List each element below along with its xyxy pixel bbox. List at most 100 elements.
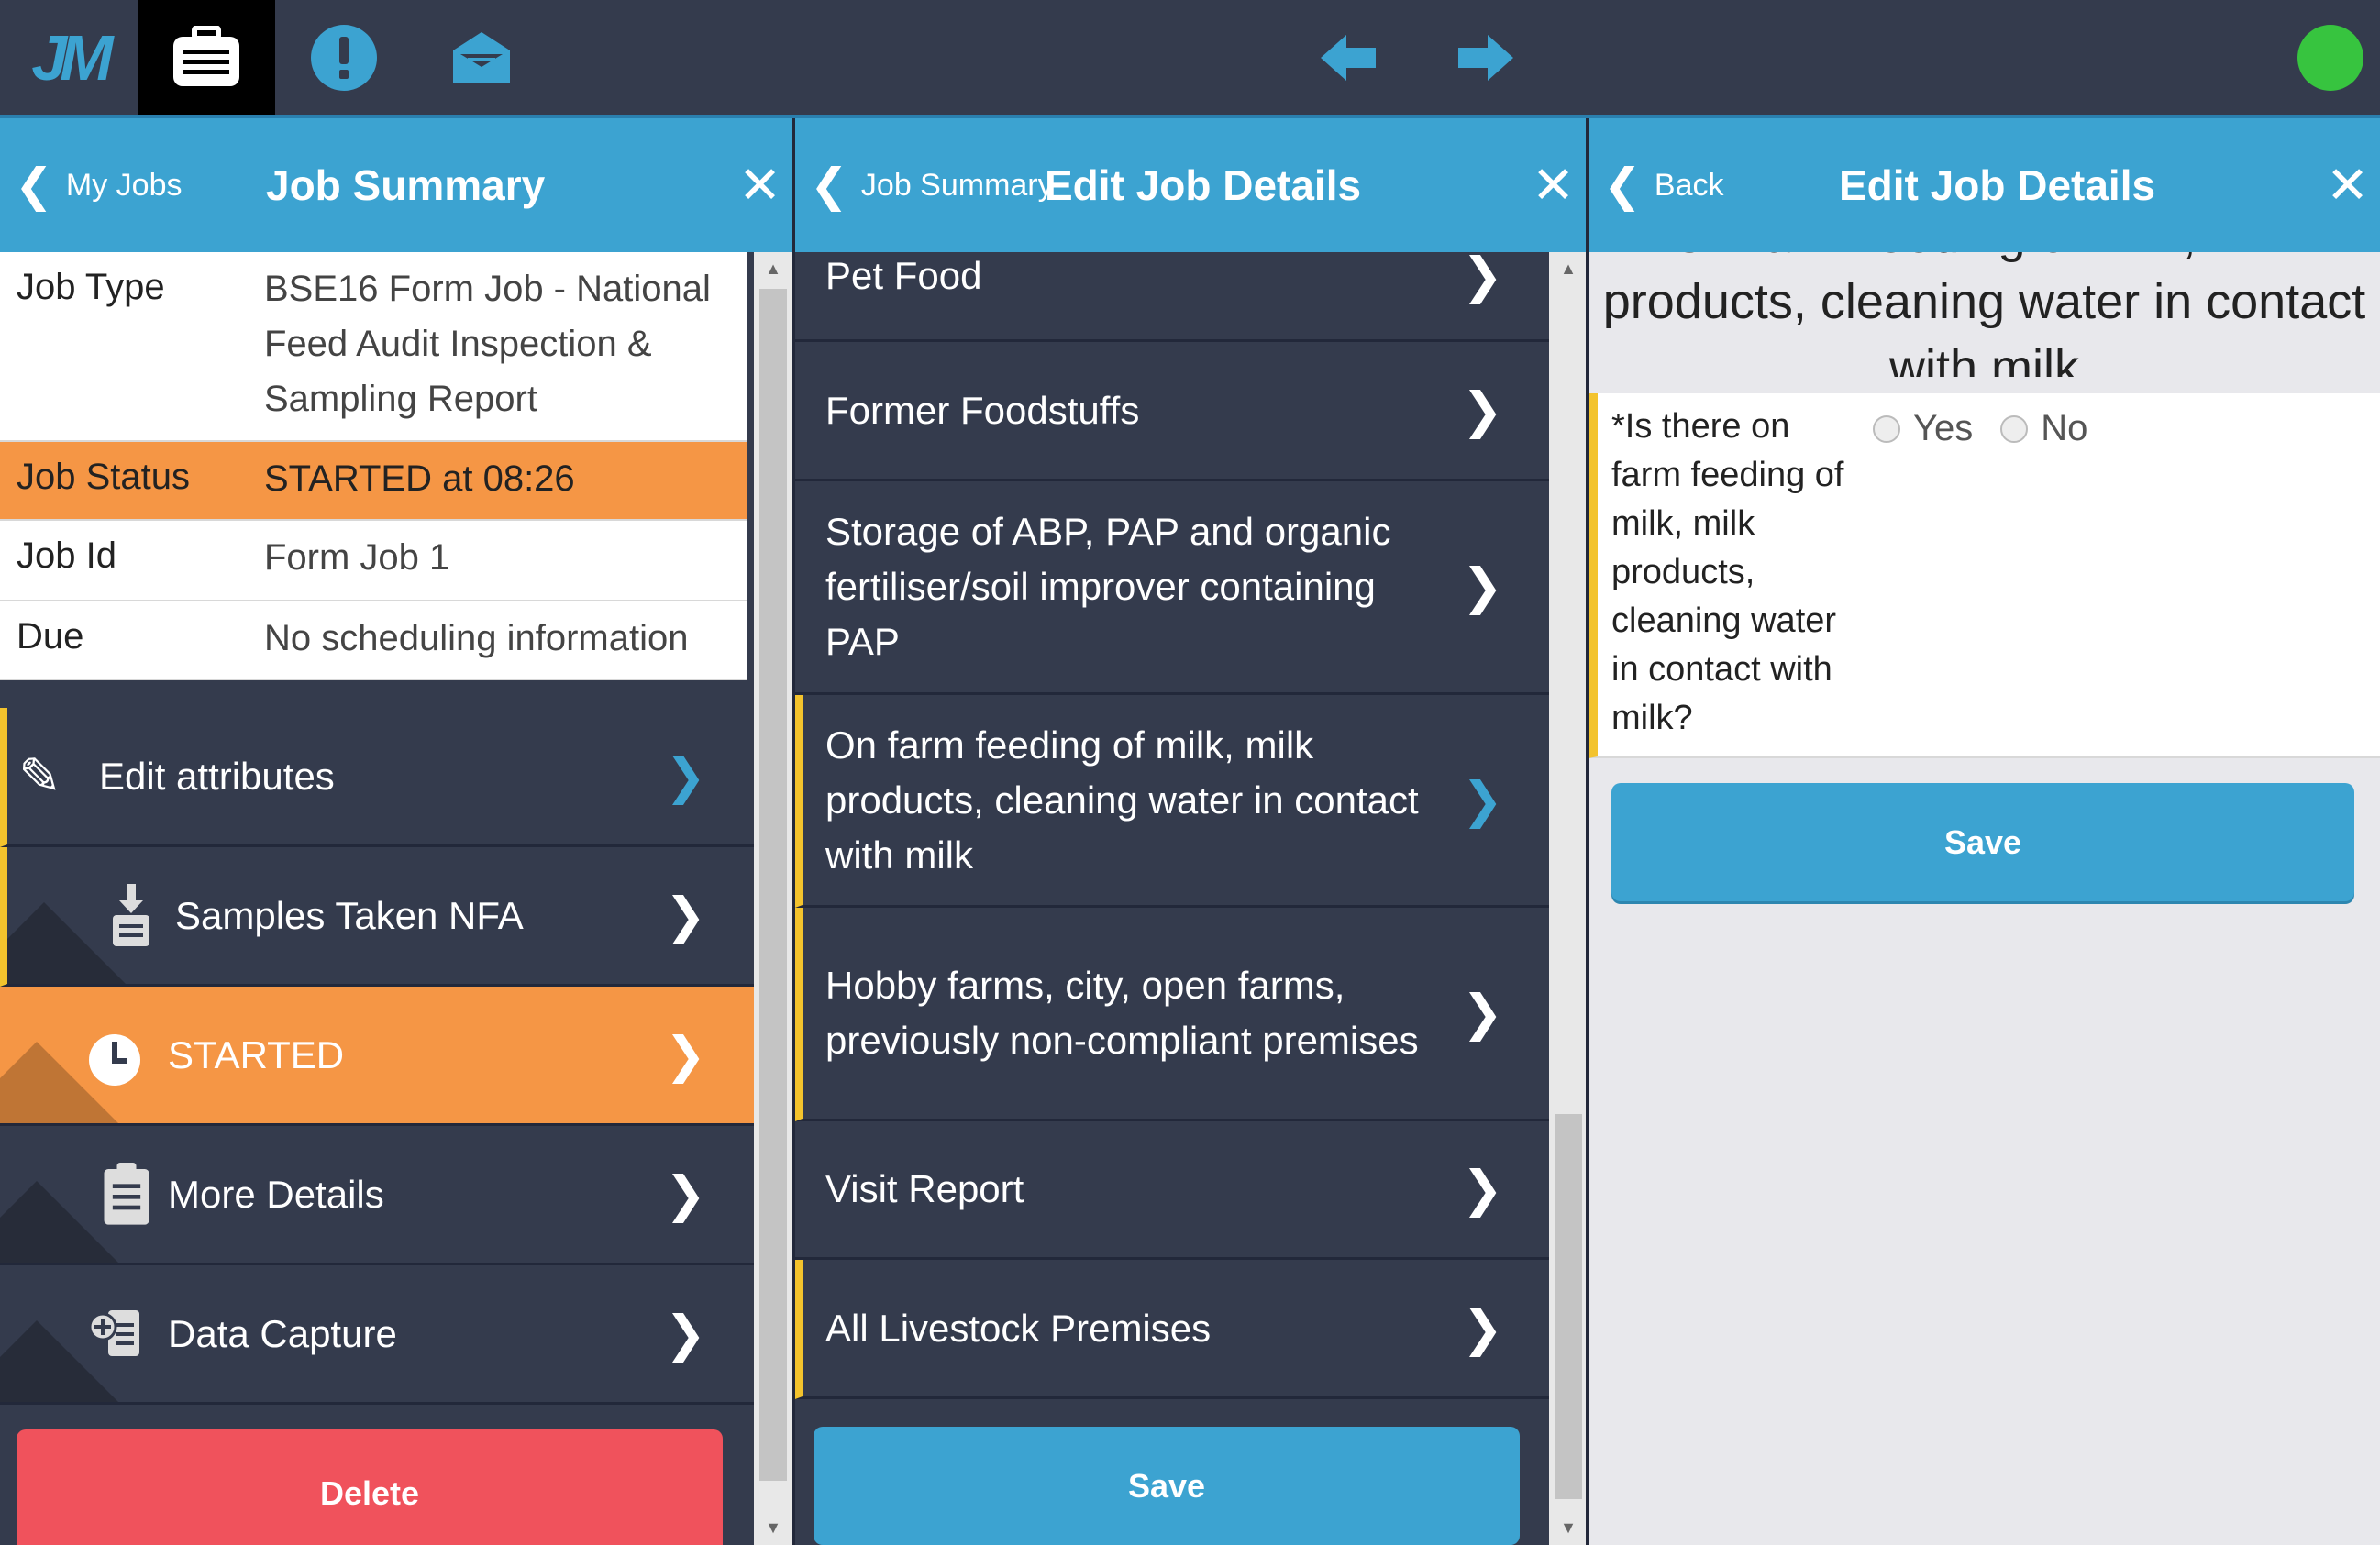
list-item-storage-abp[interactable]: Storage of ABP, PAP and organic fertilis… — [795, 481, 1549, 695]
back-to-my-jobs-button[interactable]: ❮ My Jobs — [15, 118, 183, 252]
navigate-forward-button[interactable] — [1417, 0, 1555, 115]
arrow-left-icon — [1321, 34, 1376, 81]
scroll-down-icon[interactable]: ▼ — [1549, 1518, 1586, 1538]
scroll-down-icon[interactable]: ▼ — [754, 1518, 792, 1538]
clock-icon — [89, 1034, 140, 1086]
menu-item-edit-attributes[interactable]: ✎ Edit attributes ❯ — [0, 708, 754, 847]
summary-row-job-status: Job Status STARTED at 08:26 — [0, 442, 747, 521]
summary-label: Job Id — [17, 535, 116, 576]
radio-option-yes[interactable]: Yes — [1873, 408, 1973, 449]
menu-item-samples-taken[interactable]: Samples Taken NFA ❯ — [0, 847, 754, 987]
clipboard-add-icon — [88, 1310, 139, 1356]
chevron-left-icon: ❮ — [15, 160, 53, 211]
back-to-job-summary-button[interactable]: ❮ Job Summary — [810, 118, 1054, 252]
edit-job-details-form-panel: ❮ Back Edit Job Details ✕ On farm feedin… — [1586, 118, 2380, 1545]
radio-button[interactable] — [2000, 414, 2029, 443]
menu-item-data-capture[interactable]: Data Capture ❯ — [0, 1265, 754, 1405]
job-action-menu: ✎ Edit attributes ❯ Samples Taken NFA ❯ — [0, 708, 754, 1405]
scroll-up-icon[interactable]: ▲ — [754, 259, 792, 279]
summary-label: Job Type — [17, 267, 165, 307]
scrollbar[interactable]: ▲ ▼ — [754, 252, 792, 1545]
chevron-right-icon: ❯ — [1461, 1300, 1503, 1356]
chevron-right-icon: ❯ — [1461, 1162, 1503, 1217]
chevron-right-icon: ❯ — [664, 1028, 706, 1083]
list-item-label: Pet Food — [825, 254, 982, 297]
menu-item-started[interactable]: STARTED ❯ — [0, 987, 754, 1126]
delete-button[interactable]: Delete — [17, 1429, 723, 1545]
connection-status-indicator[interactable] — [2297, 25, 2363, 91]
list-item-label: All Livestock Premises — [825, 1306, 1212, 1350]
menu-item-label: Samples Taken NFA — [175, 893, 524, 937]
chevron-right-icon: ❯ — [1461, 248, 1503, 303]
menu-item-label: Data Capture — [168, 1311, 397, 1355]
section-list: Pet Food ❯ Former Foodstuffs ❯ Storage o… — [795, 248, 1549, 1399]
list-item-all-livestock[interactable]: All Livestock Premises ❯ — [795, 1260, 1549, 1399]
chevron-right-icon: ❯ — [1461, 559, 1503, 614]
panel-title: Edit Job Details — [1045, 161, 1362, 209]
navigate-back-button[interactable] — [1279, 0, 1417, 115]
menu-item-label: Edit attributes — [99, 754, 335, 798]
summary-value: No scheduling information — [264, 618, 689, 658]
question-field: *Is there on farm feeding of milk, milk … — [1589, 393, 2380, 758]
list-item-pet-food[interactable]: Pet Food ❯ — [795, 248, 1549, 342]
list-item-former-foodstuffs[interactable]: Former Foodstuffs ❯ — [795, 342, 1549, 481]
summary-row-due: Due No scheduling information — [0, 601, 747, 680]
save-button[interactable]: Save — [1611, 783, 2354, 901]
edit-job-details-list-panel: ❮ Job Summary Edit Job Details ✕ Pet Foo… — [792, 118, 1586, 1545]
job-summary-panel: ❮ My Jobs Job Summary ✕ Job Type BSE16 F… — [0, 118, 792, 1545]
chevron-left-icon: ❮ — [1603, 160, 1642, 211]
list-item-label: Visit Report — [825, 1167, 1024, 1210]
panel-header: ❮ Back Edit Job Details ✕ — [1589, 118, 2380, 252]
summary-row-job-id: Job Id Form Job 1 — [0, 521, 747, 601]
job-summary-table: Job Type BSE16 Form Job - National Feed … — [0, 252, 747, 680]
scrollbar-thumb[interactable] — [759, 289, 787, 1481]
menu-item-label: More Details — [168, 1172, 384, 1216]
save-button[interactable]: Save — [814, 1427, 1520, 1545]
list-item-label: On farm feeding of milk, milk products, … — [825, 723, 1419, 877]
close-icon[interactable]: ✕ — [1532, 118, 1575, 252]
summary-row-job-type: Job Type BSE16 Form Job - National Feed … — [0, 252, 747, 442]
chevron-left-icon: ❮ — [810, 160, 848, 211]
clipboard-icon — [104, 1163, 149, 1225]
back-label: Back — [1654, 167, 1724, 203]
summary-value: STARTED at 08:26 — [264, 458, 575, 499]
close-icon[interactable]: ✕ — [2326, 118, 2369, 252]
panel-header: ❮ My Jobs Job Summary ✕ — [0, 118, 792, 252]
back-label: Job Summary — [860, 167, 1054, 203]
chevron-right-icon: ❯ — [664, 1307, 706, 1362]
chevron-right-icon: ❯ — [1461, 772, 1503, 828]
clipboard-download-icon — [113, 884, 149, 946]
close-icon[interactable]: ✕ — [738, 118, 781, 252]
list-item-hobby-farms[interactable]: Hobby farms, city, open farms, previousl… — [795, 908, 1549, 1121]
jobs-button[interactable] — [138, 0, 275, 115]
panel-title: Edit Job Details — [1839, 161, 2156, 209]
back-button[interactable]: ❮ Back — [1603, 118, 1724, 252]
section-heading: On farm feeding of milk, milk products, … — [1589, 252, 2380, 377]
radio-label: Yes — [1913, 408, 1974, 448]
alerts-button[interactable] — [275, 0, 413, 115]
section-heading-text: On farm feeding of milk, milk products, … — [1602, 252, 2366, 377]
message-icon — [453, 31, 510, 83]
alert-icon — [311, 24, 377, 91]
jobs-icon — [173, 25, 239, 86]
messages-button[interactable] — [413, 0, 550, 115]
app-logo[interactable]: JM — [0, 0, 138, 115]
summary-label: Job Status — [17, 457, 191, 497]
arrow-right-icon — [1458, 34, 1513, 81]
chevron-right-icon: ❯ — [1461, 382, 1503, 438]
chevron-right-icon: ❯ — [664, 1167, 706, 1222]
summary-value: Form Job 1 — [264, 537, 450, 578]
panel-header: ❮ Job Summary Edit Job Details ✕ — [795, 118, 1586, 252]
summary-label: Due — [17, 616, 84, 657]
scroll-up-icon[interactable]: ▲ — [1549, 259, 1586, 279]
radio-option-no[interactable]: No — [2000, 408, 2087, 449]
list-item-visit-report[interactable]: Visit Report ❯ — [795, 1121, 1549, 1260]
chevron-right-icon: ❯ — [1461, 986, 1503, 1041]
radio-button[interactable] — [1873, 414, 1900, 443]
menu-item-more-details[interactable]: More Details ❯ — [0, 1126, 754, 1265]
menu-item-label: STARTED — [168, 1032, 345, 1076]
scrollbar[interactable]: ▲ ▼ — [1549, 252, 1586, 1545]
back-label: My Jobs — [65, 167, 183, 203]
scrollbar-thumb[interactable] — [1555, 1114, 1582, 1499]
list-item-on-farm-feeding[interactable]: On farm feeding of milk, milk products, … — [795, 695, 1549, 908]
